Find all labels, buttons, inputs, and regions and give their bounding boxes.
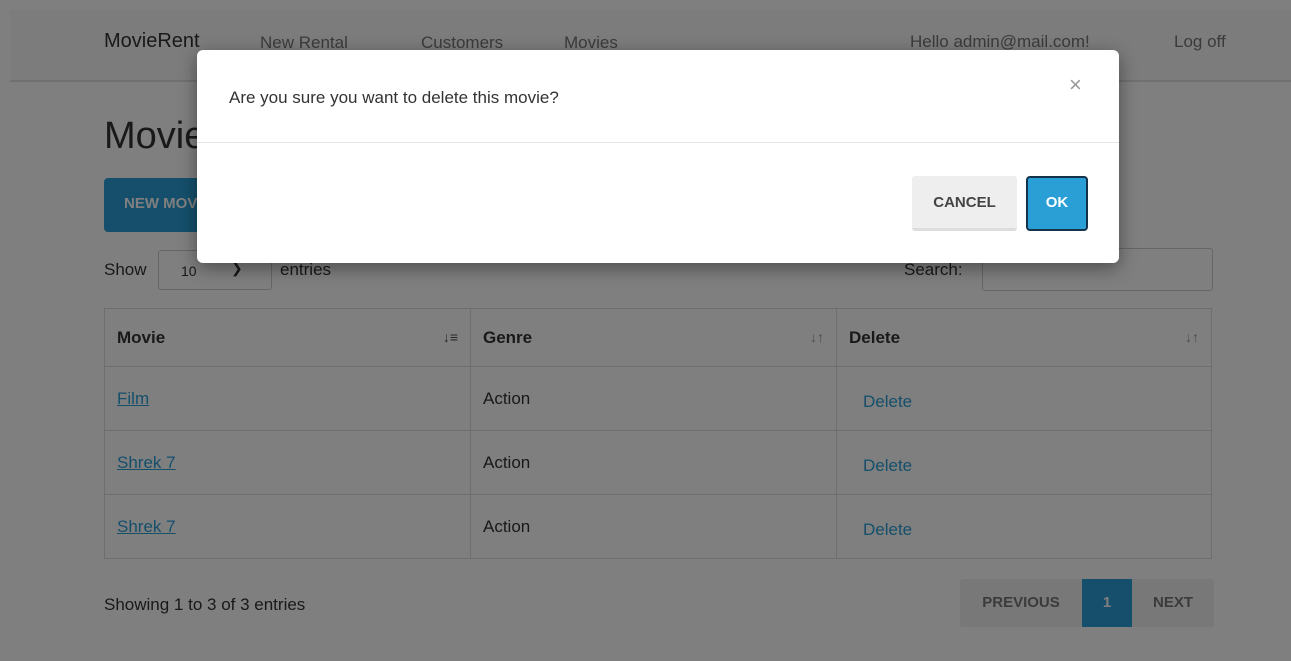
- ok-button[interactable]: OK: [1026, 176, 1088, 231]
- dialog-divider: [197, 142, 1119, 143]
- cancel-button[interactable]: CANCEL: [912, 176, 1017, 231]
- close-icon[interactable]: ×: [1069, 72, 1082, 98]
- dialog-message: Are you sure you want to delete this mov…: [229, 88, 559, 107]
- confirm-dialog: Are you sure you want to delete this mov…: [197, 50, 1119, 263]
